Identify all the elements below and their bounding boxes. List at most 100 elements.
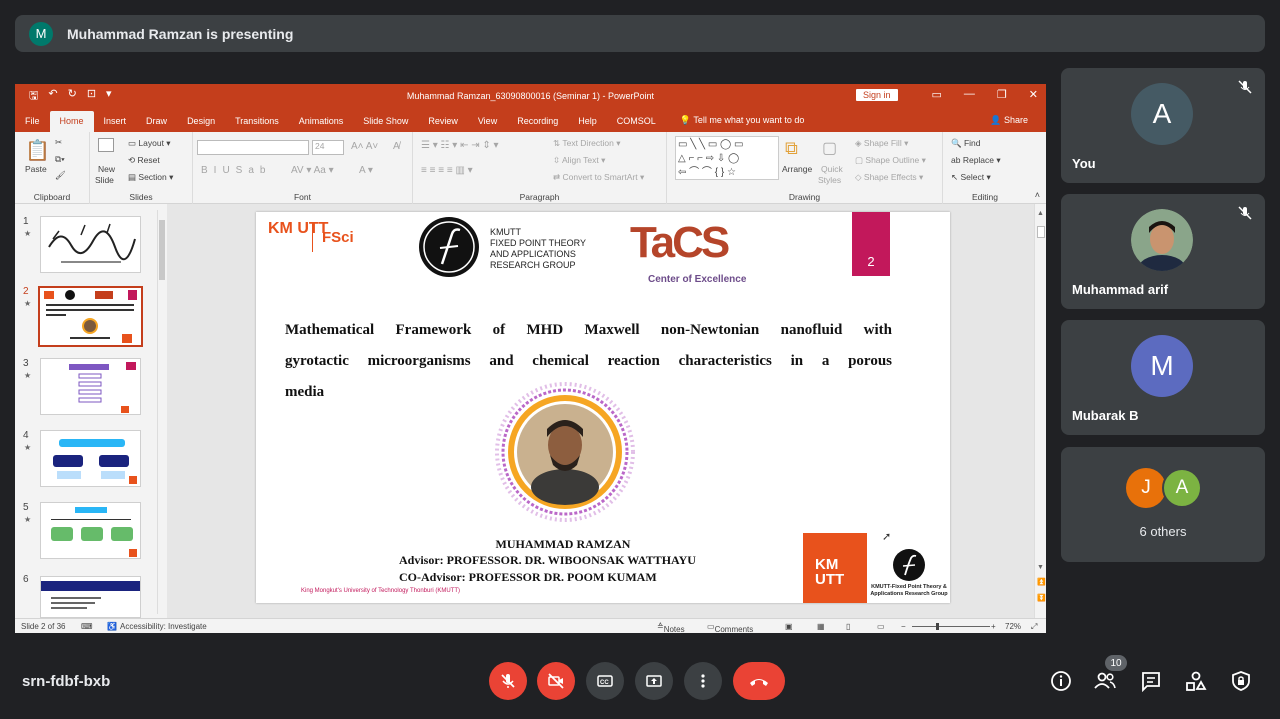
- slide-thumbnail[interactable]: [40, 358, 141, 415]
- notes-button[interactable]: ≙ Notes: [657, 622, 685, 633]
- paste-button[interactable]: Paste: [25, 164, 47, 174]
- new-slide-button[interactable]: New: [98, 164, 115, 174]
- section-button[interactable]: ▤ Section ▾: [128, 172, 173, 183]
- layout-button[interactable]: ▭ Layout ▾: [128, 138, 171, 149]
- slideshow-view-icon[interactable]: ▭: [877, 622, 885, 631]
- tab-home[interactable]: Home: [49, 111, 94, 132]
- font-color-icon[interactable]: A ▾: [359, 165, 373, 176]
- convert-smartart-button[interactable]: ⇄ Convert to SmartArt ▾: [553, 172, 644, 183]
- scroll-thumb[interactable]: [1037, 226, 1045, 238]
- new-slide-button-line2[interactable]: Slide: [95, 175, 114, 185]
- slide-scrollbar[interactable]: ▲ ▼ ⏫ ⏬: [1034, 204, 1046, 618]
- align-icons[interactable]: ≡ ≡ ≡ ≡ ▥ ▾: [421, 165, 473, 176]
- shape-effects-button[interactable]: ◇ Shape Effects ▾: [855, 172, 923, 183]
- tab-help[interactable]: Help: [568, 116, 607, 132]
- quick-styles-button-line2[interactable]: Styles: [818, 175, 841, 185]
- arrange-button[interactable]: Arrange: [782, 164, 812, 174]
- zoom-out-icon[interactable]: −: [901, 622, 906, 631]
- chat-button[interactable]: [1139, 669, 1163, 693]
- participant-tile-mubarak-b[interactable]: M Mubarak B: [1061, 320, 1265, 435]
- scroll-up-icon[interactable]: ▲: [1037, 210, 1044, 217]
- minimize-icon[interactable]: —: [964, 88, 975, 101]
- tab-file[interactable]: File: [15, 116, 50, 132]
- people-button[interactable]: [1093, 669, 1117, 693]
- present-now-button[interactable]: [635, 662, 673, 700]
- slide-thumbnail[interactable]: [40, 216, 141, 273]
- tab-insert[interactable]: Insert: [94, 116, 137, 132]
- text-direction-button[interactable]: ⇅ Text Direction ▾: [553, 138, 620, 149]
- comments-button[interactable]: ▭ Comments: [707, 622, 753, 633]
- sign-in-button[interactable]: Sign in: [856, 89, 898, 101]
- zoom-in-icon[interactable]: +: [991, 622, 996, 631]
- font-format-icons[interactable]: BIUSab: [201, 165, 271, 176]
- new-slide-icon[interactable]: [98, 138, 114, 152]
- close-icon[interactable]: ✕: [1029, 88, 1038, 101]
- shapes-gallery[interactable]: ▭ ╲ ╲ ▭ ◯ ▭ △ ⌐ ⌐ ⇨ ⇩ ◯ ⇦ ⌒ ⌒ { } ☆: [675, 136, 779, 180]
- quick-styles-icon[interactable]: ▢: [822, 138, 837, 158]
- slide-thumbnail-selected[interactable]: [38, 286, 143, 347]
- more-options-button[interactable]: [684, 662, 722, 700]
- zoom-level[interactable]: 72%: [1005, 622, 1021, 631]
- mic-toggle-button[interactable]: [489, 662, 527, 700]
- font-name-box[interactable]: [197, 140, 309, 155]
- replace-button[interactable]: ab Replace ▾: [951, 155, 1001, 166]
- meeting-details-button[interactable]: [1049, 669, 1073, 693]
- host-controls-button[interactable]: [1229, 669, 1253, 693]
- restore-icon[interactable]: ❐: [997, 88, 1007, 101]
- format-painter-icon[interactable]: 🖌: [55, 170, 66, 181]
- slide-sorter-icon[interactable]: ▦: [817, 622, 825, 631]
- clear-format-icon[interactable]: A̸: [393, 141, 400, 152]
- participant-tile-others[interactable]: J A 6 others: [1061, 447, 1265, 562]
- find-button[interactable]: 🔍 Find: [951, 138, 981, 149]
- cut-icon[interactable]: ✂: [55, 137, 62, 148]
- align-text-button[interactable]: ⇳ Align Text ▾: [553, 155, 605, 166]
- tab-recording[interactable]: Recording: [507, 116, 568, 132]
- ribbon-display-icon[interactable]: ▭: [932, 88, 942, 101]
- tab-draw[interactable]: Draw: [136, 116, 177, 132]
- select-button[interactable]: ↖ Select ▾: [951, 172, 991, 183]
- shape-fill-button[interactable]: ◈ Shape Fill ▾: [855, 138, 908, 149]
- scroll-down-icon[interactable]: ▼: [1037, 564, 1044, 571]
- next-slide-icon[interactable]: ⏬: [1037, 594, 1046, 602]
- copy-icon[interactable]: ⧉▾: [55, 154, 65, 165]
- tab-transitions[interactable]: Transitions: [225, 116, 289, 132]
- shape-outline-button[interactable]: ▢ Shape Outline ▾: [855, 155, 926, 166]
- share-button[interactable]: 👤 Share: [990, 115, 1028, 126]
- tab-review[interactable]: Review: [418, 116, 468, 132]
- slide-thumbnail[interactable]: [40, 502, 141, 559]
- tab-slide-show[interactable]: Slide Show: [353, 116, 418, 132]
- char-spacing-icon[interactable]: AV ▾ Aa ▾: [291, 165, 334, 176]
- camera-toggle-button[interactable]: [537, 662, 575, 700]
- tab-design[interactable]: Design: [177, 116, 225, 132]
- captions-button[interactable]: CC: [586, 662, 624, 700]
- collapse-ribbon-icon[interactable]: ˄: [1035, 190, 1040, 200]
- slide-thumbnail[interactable]: [40, 430, 141, 487]
- bullets-icon[interactable]: ☰ ▾ ☷ ▾ ⇤ ⇥ ⇕ ▾: [421, 140, 499, 151]
- slide-canvas[interactable]: KM UTT FSci KMUTT FIXED POINT THEORY AND…: [256, 212, 950, 603]
- tab-comsol[interactable]: COMSOL: [607, 116, 666, 132]
- fit-slide-icon[interactable]: ⤢: [1031, 622, 1037, 632]
- reset-button[interactable]: ⟲ Reset: [128, 155, 160, 166]
- spellcheck-icon[interactable]: ⌨: [81, 622, 93, 631]
- reading-view-icon[interactable]: ▯: [846, 622, 850, 631]
- tell-me-search[interactable]: 💡 Tell me what you want to do: [680, 115, 805, 132]
- zoom-slider-thumb[interactable]: [936, 623, 939, 630]
- participant-tile-you[interactable]: A You: [1061, 68, 1265, 183]
- zoom-slider[interactable]: [912, 626, 990, 627]
- activities-button[interactable]: [1184, 669, 1208, 693]
- tab-view[interactable]: View: [468, 116, 507, 132]
- leave-call-button[interactable]: [733, 662, 785, 700]
- arrange-icon[interactable]: ⧉: [785, 138, 798, 159]
- thumbnails-scrollbar[interactable]: [157, 210, 166, 614]
- font-size-box[interactable]: 24: [312, 140, 344, 155]
- paste-icon[interactable]: 📋: [25, 138, 50, 163]
- previous-slide-icon[interactable]: ⏫: [1037, 578, 1046, 586]
- participant-tile-muhammad-arif[interactable]: Muhammad arif: [1061, 194, 1265, 309]
- tab-animations[interactable]: Animations: [289, 116, 354, 132]
- grow-font-icon[interactable]: A˄ A˅: [351, 141, 378, 152]
- slide-thumbnail[interactable]: [40, 576, 141, 618]
- scroll-thumb[interactable]: [159, 220, 165, 280]
- normal-view-icon[interactable]: ▣: [785, 622, 793, 631]
- accessibility-status[interactable]: Accessibility: Investigate: [120, 622, 207, 631]
- quick-styles-button[interactable]: Quick: [821, 164, 843, 174]
